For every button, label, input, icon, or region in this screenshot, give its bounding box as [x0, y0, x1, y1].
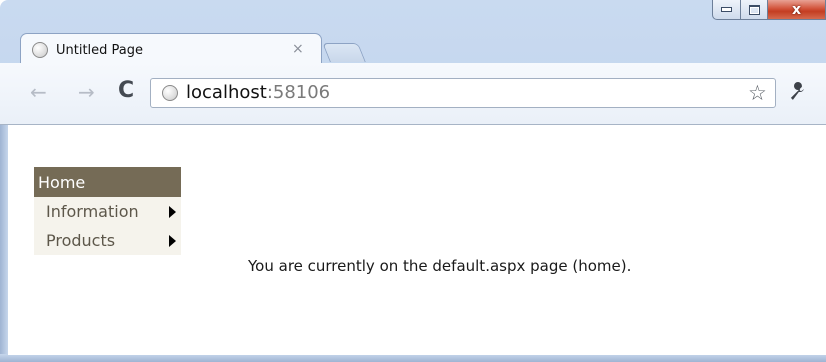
menu-item-products[interactable]: Products: [34, 226, 181, 255]
window-controls: x: [712, 0, 826, 24]
maximize-button[interactable]: [741, 0, 768, 20]
menu-item-home[interactable]: Home: [34, 167, 181, 197]
tab-title: Untitled Page: [56, 42, 144, 58]
window-frame-left: [0, 125, 8, 362]
url-host: localhost: [186, 82, 267, 103]
globe-icon: [162, 85, 178, 101]
tab-content: Untitled Page: [32, 38, 143, 62]
minimize-button[interactable]: [712, 0, 741, 20]
back-arrow-icon[interactable]: ←: [30, 80, 47, 104]
menu-item-label: Information: [46, 202, 139, 221]
tab-close-icon[interactable]: ×: [292, 42, 304, 56]
site-menu: Home Information Products: [34, 167, 181, 255]
globe-icon: [32, 42, 48, 58]
submenu-arrow-icon: [169, 206, 176, 218]
forward-arrow-icon[interactable]: →: [78, 80, 95, 104]
page-message: You are currently on the default.aspx pa…: [248, 257, 632, 275]
bookmark-star-icon[interactable]: ☆: [748, 81, 767, 105]
page-content: Home Information Products You are curren…: [8, 125, 826, 355]
menu-item-information[interactable]: Information: [34, 197, 181, 226]
submenu-arrow-icon: [169, 235, 176, 247]
close-icon: x: [791, 1, 802, 18]
reload-icon[interactable]: C: [118, 79, 134, 103]
close-window-button[interactable]: x: [768, 0, 826, 20]
menu-item-label: Home: [38, 172, 86, 192]
maximize-icon: [748, 4, 760, 15]
menu-item-label: Products: [46, 231, 116, 250]
wrench-icon[interactable]: [784, 77, 817, 110]
browser-window: x Untitled Page × ← → C localhost:58106 …: [0, 0, 826, 362]
minimize-icon: [721, 7, 732, 12]
url-text[interactable]: localhost:58106: [186, 82, 330, 104]
browser-toolbar: ← → C localhost:58106 ☆: [0, 63, 826, 125]
new-tab-button[interactable]: [322, 43, 366, 62]
address-bar[interactable]: localhost:58106 ☆: [150, 78, 776, 108]
url-port: :58106: [266, 82, 331, 103]
window-frame-bottom: [0, 354, 826, 362]
